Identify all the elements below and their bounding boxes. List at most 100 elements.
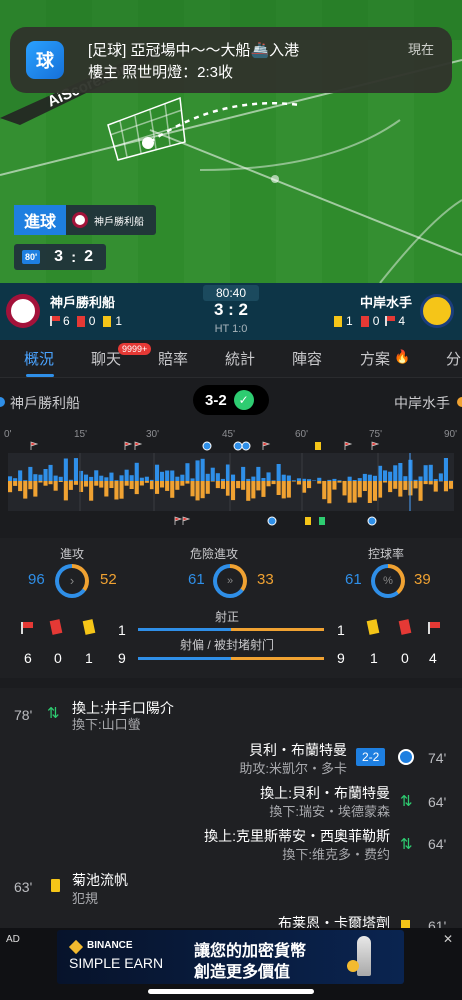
substitution-icon: ⇅	[400, 793, 413, 810]
momentum-bar-home	[438, 473, 443, 481]
momentum-bar-away	[68, 481, 73, 490]
momentum-bar-home	[225, 464, 230, 481]
momentum-bar-away	[413, 481, 418, 489]
ball-icon	[142, 137, 154, 149]
momentum-bar-away	[180, 481, 185, 486]
momentum-bar-home	[68, 479, 73, 481]
timeline-label: 30'	[146, 429, 160, 440]
momentum-bar-away	[296, 481, 301, 485]
momentum-bar-home	[271, 480, 276, 481]
momentum-bar-away	[388, 481, 393, 493]
momentum-bar-away	[378, 481, 383, 498]
push-notification[interactable]: 球 [足球] 亞冠場中～～大船🚢入港 樓主 照世明燈：2:3收 現在	[10, 27, 452, 93]
momentum-bar-away	[114, 481, 119, 500]
home-dot-icon	[0, 397, 5, 407]
momentum-bar-home	[418, 476, 423, 481]
away-cards: 1 0 4	[334, 314, 405, 328]
tab-plans[interactable]: 方案	[360, 348, 390, 369]
team-crest-icon	[72, 212, 88, 228]
possession-label: 控球率	[368, 547, 405, 561]
momentum-bar-away	[403, 481, 408, 490]
momentum-bar-away	[73, 481, 78, 485]
momentum-bar-away	[357, 481, 362, 498]
home-team-name[interactable]: 神戶勝利船	[50, 292, 115, 311]
tab-analysis[interactable]: 分	[446, 348, 461, 369]
momentum-bar-home	[200, 458, 205, 481]
yellow-card-icon	[103, 315, 112, 327]
ad-banner[interactable]: AD ✕ BINANCE SIMPLE EARN 讓您的加密貨幣 創造更多價值	[0, 928, 462, 1000]
momentum-section: 神戶勝利船 3-2 ✓ 中岸水手 0' 15' 30' 45' 60' 75' …	[0, 379, 462, 536]
red-card-icon	[49, 619, 63, 635]
tab-lineup[interactable]: 陣容	[292, 348, 322, 369]
momentum-bar-away	[246, 481, 251, 501]
momentum-bar-home	[58, 476, 63, 481]
attack-away: 52	[100, 571, 117, 588]
goal-event-box: 進球 神戶勝利船	[14, 205, 156, 235]
ad-close-icon[interactable]: ✕	[443, 932, 453, 946]
danger-ring-icon: »	[213, 564, 247, 598]
momentum-bar-home	[13, 478, 18, 481]
tab-stats[interactable]: 統計	[225, 348, 255, 369]
tab-overview[interactable]: 概況	[24, 348, 54, 369]
momentum-bar-away	[165, 481, 170, 491]
goal-label: 進球	[14, 205, 66, 235]
momentum-bar-home	[352, 480, 357, 481]
momentum-bar-away	[89, 481, 94, 501]
danger-home: 61	[188, 571, 205, 588]
momentum-bar-home	[241, 466, 246, 481]
momentum-bar-home	[8, 476, 13, 481]
momentum-bar-home	[63, 458, 68, 481]
binance-logo-icon	[68, 939, 84, 955]
ad-creative[interactable]: BINANCE SIMPLE EARN 讓您的加密貨幣 創造更多價值	[57, 930, 404, 984]
momentum-bar-home	[155, 464, 160, 481]
momentum-bar-home	[413, 479, 418, 481]
momentum-home-team: 神戶勝利船	[10, 395, 80, 411]
momentum-bar-away	[337, 481, 342, 483]
possession-away: 39	[414, 571, 431, 588]
momentum-bar-home	[393, 465, 398, 481]
momentum-bar-home	[210, 467, 215, 481]
event-line2: 換下:瑞安・埃德蒙森	[269, 804, 390, 819]
momentum-bar-home	[423, 465, 428, 481]
yellow-card-icon	[366, 619, 380, 635]
momentum-bar-home	[73, 458, 78, 481]
momentum-score: 3-2	[205, 391, 227, 409]
timeline-label: 90'	[444, 429, 458, 440]
chat-badge: 9999+	[118, 343, 152, 355]
momentum-bar-away	[342, 481, 347, 496]
momentum-bar-away	[200, 481, 205, 499]
momentum-bar-home	[443, 458, 448, 481]
event-line2: 換下:山口螢	[72, 717, 141, 732]
home-crest-icon[interactable]	[6, 294, 40, 328]
event-line1: 換上:貝利・布蘭特曼	[260, 785, 390, 801]
momentum-bar-home	[347, 476, 352, 481]
away-team-name[interactable]: 中岸水手	[360, 292, 412, 311]
momentum-bar-home	[357, 478, 362, 481]
tab-odds[interactable]: 賠率	[158, 348, 188, 369]
corner-marker-icon	[182, 516, 191, 525]
momentum-bar-home	[114, 480, 119, 481]
momentum-bar-away	[372, 481, 377, 501]
momentum-bar-home	[160, 471, 165, 481]
momentum-bar-home	[307, 479, 312, 481]
momentum-bar-home	[109, 472, 114, 481]
red-card-icon	[398, 619, 412, 635]
half-time-score: HT 1:0	[214, 323, 248, 335]
field-away-score: 2	[84, 248, 93, 265]
notification-body: 樓主 照世明燈：2:3收	[88, 64, 234, 81]
timeline-label: 15'	[74, 429, 88, 440]
field-home-score: 3	[54, 248, 64, 265]
momentum-bar-away	[307, 481, 312, 489]
momentum-bar-home	[327, 479, 332, 481]
momentum-bar-home	[286, 475, 291, 481]
momentum-away-team: 中岸水手	[394, 395, 450, 411]
event-minute: 74'	[428, 750, 447, 766]
momentum-bar-away	[215, 481, 220, 489]
momentum-bar-away	[109, 481, 114, 488]
event-line1: 貝利・布蘭特曼	[249, 742, 347, 758]
momentum-bar-away	[94, 481, 99, 486]
event-minute: 63'	[14, 879, 33, 895]
momentum-bar-away	[170, 481, 175, 498]
away-crest-icon[interactable]	[420, 294, 454, 328]
tab-chat[interactable]: 聊天	[91, 348, 121, 369]
